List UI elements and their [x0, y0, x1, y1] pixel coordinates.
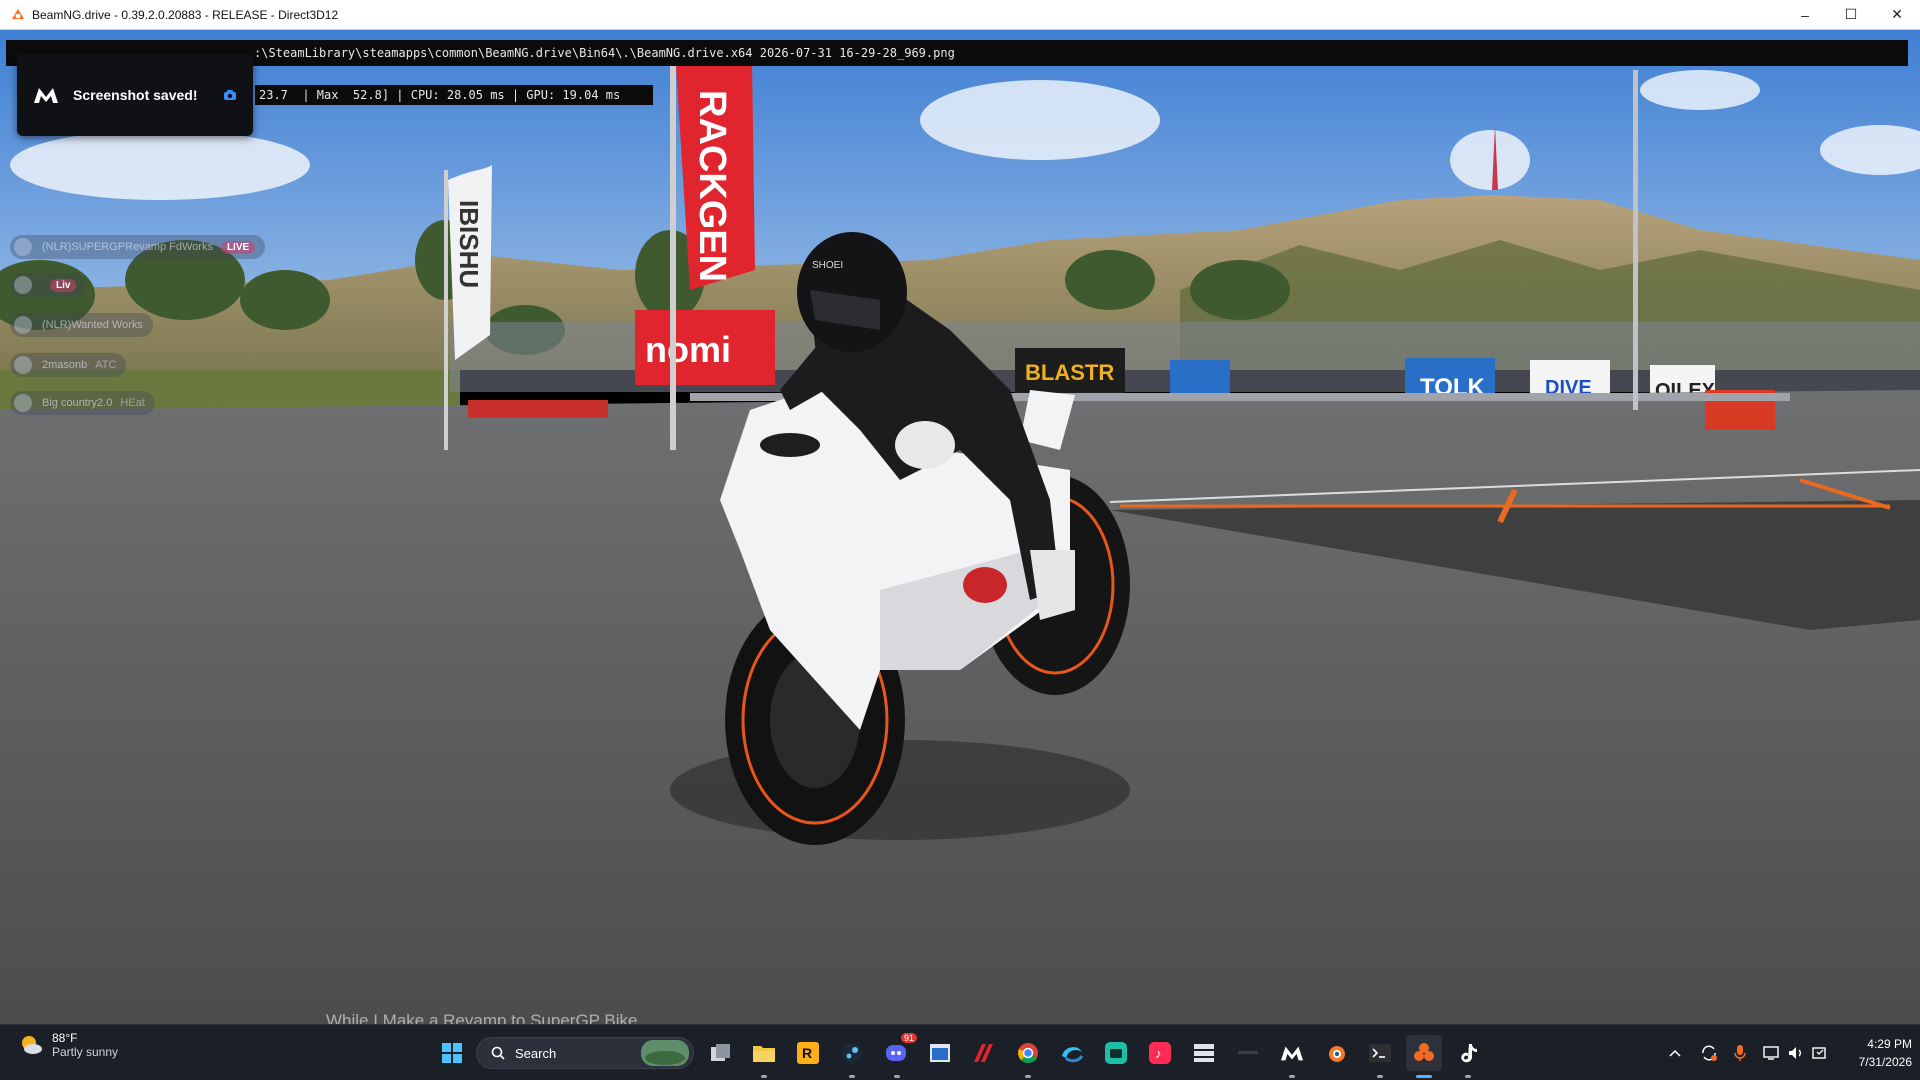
- svg-text:♪: ♪: [1155, 1046, 1162, 1061]
- flag-red-text: RACKGEN: [691, 90, 733, 282]
- volume-icon[interactable]: [1784, 1035, 1808, 1071]
- sync-icon[interactable]: [1697, 1035, 1721, 1071]
- player-list-item[interactable]: (NLR)SUPERGPRevamp FdWorks LIVE: [10, 235, 266, 259]
- battery-status-icon[interactable]: [1808, 1035, 1832, 1071]
- weather-temperature: 88°F: [52, 1031, 78, 1045]
- weather-description: Partly sunny: [52, 1045, 119, 1059]
- player-list-item[interactable]: 2masonb ATC: [10, 353, 127, 377]
- avatar: [14, 394, 32, 412]
- light-pole: [1633, 70, 1638, 410]
- beamng-app-icon: [12, 8, 24, 19]
- flag-pole-red: [670, 60, 676, 450]
- windows-start-icon[interactable]: [434, 1035, 470, 1071]
- maximize-button[interactable]: ☐: [1828, 0, 1874, 30]
- window-title-bar[interactable]: BeamNG.drive - 0.39.2.0.20883 - RELEASE …: [0, 0, 1920, 30]
- console-filepath-line: :\SteamLibrary\steamapps\common\BeamNG.d…: [6, 40, 1908, 66]
- svg-text:R: R: [802, 1045, 812, 1061]
- player-list-item[interactable]: Big country2.0 HEat: [10, 391, 155, 415]
- console-perf-line: 23.7 | Max 52.8] | CPU: 28.05 ms | GPU: …: [255, 85, 653, 105]
- steam-icon[interactable]: [834, 1035, 870, 1078]
- beamng-taskbar-icon[interactable]: [1274, 1035, 1310, 1078]
- taskbar-search[interactable]: Search: [476, 1037, 694, 1069]
- flag-white-text: IBISHU: [454, 200, 484, 288]
- glove: [895, 421, 955, 469]
- server-app-icon[interactable]: [1186, 1035, 1222, 1071]
- window-controls: – ☐ ✕: [1782, 0, 1920, 30]
- windows-taskbar: 88°F Partly sunny Search R 91 ♪ 4:29 PM …: [0, 1024, 1920, 1080]
- live-badge: Liv: [50, 278, 77, 292]
- beamng-logo-icon: [34, 88, 58, 103]
- camera-icon[interactable]: [223, 89, 237, 101]
- sponsor-board-blastr-text: BLASTR: [1025, 360, 1114, 385]
- discord-icon[interactable]: 91: [879, 1033, 917, 1078]
- air-filter-red: [963, 567, 1007, 603]
- stream-caption: While I Make a Revamp to SuperGP Bike: [326, 1011, 638, 1024]
- avatar: [14, 276, 32, 294]
- weather-widget[interactable]: 88°F Partly sunny: [18, 1031, 118, 1059]
- avatar: [14, 356, 32, 374]
- player-vehicle-tag: ATC: [95, 359, 117, 371]
- barrier-red-left: [468, 400, 608, 418]
- placeholder-app-icon[interactable]: [1230, 1035, 1266, 1071]
- racing-app-icon[interactable]: [966, 1035, 1002, 1071]
- rockstar-icon[interactable]: R: [790, 1035, 826, 1071]
- search-highlight-icon: [641, 1040, 689, 1066]
- close-button[interactable]: ✕: [1874, 0, 1920, 30]
- sponsor-board-blue: [1170, 360, 1230, 395]
- active-indicator: [1377, 1075, 1383, 1078]
- active-indicator: [1465, 1075, 1471, 1078]
- player-vehicle-tag: HEat: [120, 397, 145, 409]
- app-window-icon[interactable]: [922, 1035, 958, 1071]
- helmet-brand: SHOEI: [812, 260, 843, 271]
- toast-message: Screenshot saved!: [73, 87, 198, 103]
- chevron-up-icon[interactable]: [1663, 1035, 1687, 1071]
- active-indicator: [894, 1075, 900, 1078]
- flag-pole-white: [444, 170, 448, 450]
- active-indicator: [1025, 1075, 1031, 1078]
- screenshot-toast: Screenshot saved!: [17, 54, 253, 136]
- active-indicator: [761, 1075, 767, 1078]
- player-name: 2masonb: [42, 359, 88, 371]
- player-name: (NLR)Wanted Works: [42, 319, 143, 331]
- headlight-intake: [760, 433, 820, 457]
- sponsor-board-red-text: nomi: [645, 329, 731, 370]
- blender-icon[interactable]: [1318, 1035, 1354, 1071]
- active-indicator: [1416, 1075, 1432, 1078]
- chrome-icon[interactable]: [1010, 1035, 1046, 1078]
- tiktok-icon[interactable]: [1450, 1035, 1486, 1078]
- tiktok-studio-icon[interactable]: ♪: [1142, 1035, 1178, 1071]
- edge-icon[interactable]: [1054, 1035, 1090, 1071]
- player-name: (NLR)SUPERGPRevamp FdWorks: [42, 241, 213, 253]
- player-list-item[interactable]: (NLR)Wanted Works: [10, 313, 153, 337]
- avatar: [14, 238, 32, 256]
- active-indicator: [1289, 1075, 1295, 1078]
- terminal-icon[interactable]: [1362, 1035, 1398, 1078]
- window-title: BeamNG.drive - 0.39.2.0.20883 - RELEASE …: [32, 7, 339, 22]
- player-name: Big country2.0: [42, 397, 113, 409]
- partly-sunny-icon: [22, 1036, 42, 1054]
- game-app-icon[interactable]: [1098, 1035, 1134, 1071]
- game-viewport[interactable]: nomi BLASTR TOLK DIVE OILEX RACKGEN IBIS…: [0, 30, 1920, 1024]
- taskbar-clock[interactable]: 4:29 PM 7/31/2026: [1832, 1035, 1912, 1071]
- obs-like-icon[interactable]: [1406, 1035, 1442, 1078]
- live-badge: LIVE: [220, 240, 256, 254]
- avatar: [14, 316, 32, 334]
- active-indicator: [849, 1075, 855, 1078]
- search-icon: [491, 1046, 505, 1060]
- file-explorer-icon[interactable]: [746, 1035, 782, 1078]
- player-list-item[interactable]: Liv: [10, 273, 87, 297]
- microphone-icon[interactable]: [1728, 1035, 1752, 1071]
- network-icon[interactable]: [1760, 1035, 1784, 1071]
- clock-date: 7/31/2026: [1858, 1055, 1912, 1069]
- search-label: Search: [515, 1045, 557, 1061]
- task-view-icon[interactable]: [703, 1035, 739, 1071]
- game-scene: nomi BLASTR TOLK DIVE OILEX RACKGEN IBIS…: [0, 30, 1920, 1024]
- clock-time: 4:29 PM: [1867, 1037, 1912, 1051]
- minimize-button[interactable]: –: [1782, 0, 1828, 30]
- discord-badge: 91: [900, 1033, 917, 1043]
